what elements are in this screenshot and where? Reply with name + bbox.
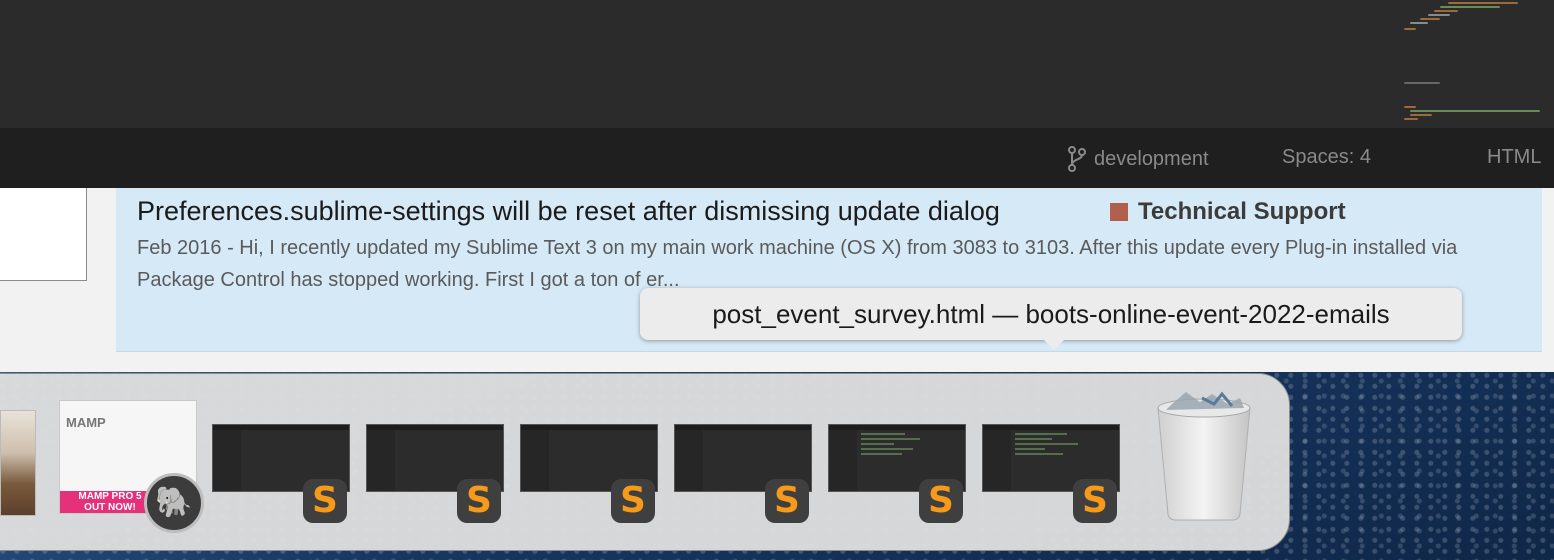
minimap[interactable]	[1400, 0, 1550, 128]
result-title[interactable]: Preferences.sublime-settings will be res…	[137, 196, 1000, 227]
sublime-text-icon[interactable]: S	[1073, 479, 1117, 523]
sublime-text-icon[interactable]: S	[457, 479, 501, 523]
photo-window-thumbnail[interactable]	[0, 410, 36, 516]
result-snippet: Feb 2016 - Hi, I recently updated my Sub…	[137, 237, 1458, 291]
editor-view[interactable]	[0, 0, 1554, 128]
git-branch-indicator[interactable]: development	[1068, 146, 1209, 172]
trash-icon[interactable]	[1152, 390, 1256, 522]
indentation-indicator[interactable]: Spaces: 4	[1282, 146, 1371, 169]
category-swatch	[1110, 203, 1128, 221]
sublime-text-icon[interactable]: S	[919, 479, 963, 523]
mamp-elephant-icon[interactable]: 🐘	[144, 473, 204, 533]
page-frame	[0, 188, 87, 281]
mamp-logo: MAMP	[66, 415, 106, 430]
sublime-text-icon[interactable]: S	[611, 479, 655, 523]
branch-name: development	[1094, 147, 1209, 170]
status-bar: development Spaces: 4 HTML	[0, 128, 1554, 188]
sublime-text-icon[interactable]: S	[765, 479, 809, 523]
category-label: Technical Support	[1138, 198, 1346, 225]
browser-page: Preferences.sublime-settings will be res…	[0, 188, 1554, 372]
category-tag[interactable]: Technical Support	[1110, 198, 1346, 226]
syntax-indicator[interactable]: HTML	[1487, 146, 1541, 169]
dock-tooltip: post_event_survey.html — boots-online-ev…	[640, 288, 1462, 350]
sublime-text-icon[interactable]: S	[303, 479, 347, 523]
git-branch-icon	[1068, 146, 1086, 172]
